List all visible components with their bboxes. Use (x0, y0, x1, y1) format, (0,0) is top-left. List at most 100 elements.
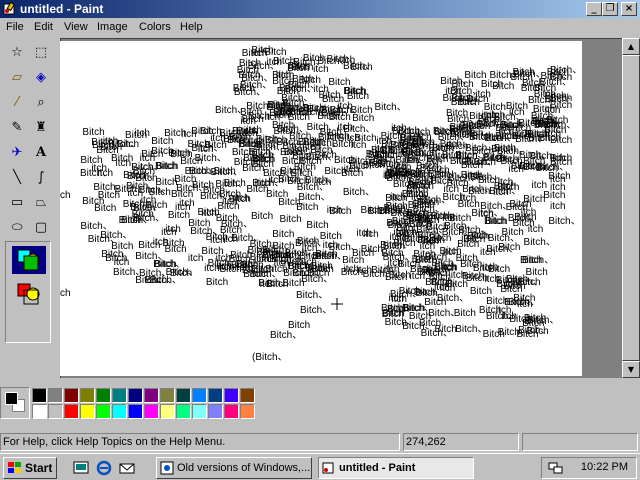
clock[interactable]: 10:22 PM (581, 461, 628, 473)
drawing-canvas[interactable]: Bitch Bitch、 Bitch Bitch Bitch、 Bitch、 Bitch、 B… (60, 41, 582, 376)
canvas-word: Bitch、 (252, 177, 285, 189)
color-swatch[interactable] (208, 388, 223, 403)
curve-tool[interactable]: ∫ (29, 165, 53, 189)
canvas-word: Bitch (298, 74, 321, 86)
close-icon: × (624, 3, 634, 14)
menu-view[interactable]: View (64, 21, 88, 33)
color-swatch[interactable] (32, 388, 47, 403)
task-label: Old versions of Windows,... (177, 462, 311, 474)
color-swatch[interactable] (208, 404, 223, 419)
scroll-thumb[interactable] (622, 55, 640, 361)
color-swatch[interactable] (192, 388, 207, 403)
canvas-word: Bitch (328, 76, 351, 88)
menu-image[interactable]: Image (97, 21, 128, 33)
color-swatch[interactable] (96, 388, 111, 403)
outlook-express-icon[interactable] (119, 460, 135, 476)
brush-tool[interactable]: ♜ (29, 115, 53, 139)
airbrush-tool[interactable]: ✈ (5, 140, 29, 164)
color-swatch[interactable] (176, 388, 191, 403)
color-swatch[interactable] (144, 404, 159, 419)
color-swatch[interactable] (224, 388, 239, 403)
rectangle-tool[interactable]: ▭ (5, 190, 29, 214)
canvas-word: ch (60, 288, 71, 299)
task-paint[interactable]: untitled - Paint (318, 457, 474, 479)
canvas-word: Bitch (282, 277, 305, 289)
ellipse-tool[interactable]: ⬭ (5, 215, 29, 239)
vertical-scrollbar[interactable]: ▲ ▼ (622, 38, 640, 378)
transparent-off-option[interactable] (12, 246, 46, 274)
color-swatch[interactable] (32, 404, 47, 419)
canvas-word: itch (419, 240, 436, 252)
color-picker-tool[interactable]: ⁄ (5, 90, 29, 114)
color-swatch[interactable] (160, 404, 175, 419)
task-label: untitled - Paint (339, 462, 416, 474)
canvas-word: Bitch (205, 276, 229, 288)
scroll-down-button[interactable]: ▼ (622, 361, 640, 378)
menu-help[interactable]: Help (180, 21, 203, 33)
color-swatch[interactable] (96, 404, 111, 419)
color-swatch[interactable] (176, 404, 191, 419)
color-swatch[interactable] (224, 404, 239, 419)
color-swatch[interactable] (80, 404, 95, 419)
color-swatch[interactable] (240, 404, 255, 419)
color-swatch[interactable] (80, 388, 95, 403)
menu-file[interactable]: File (6, 21, 24, 33)
canvas-word: Bitch、 (309, 138, 342, 150)
menu-edit[interactable]: Edit (34, 21, 53, 33)
restore-button[interactable]: ❐ (602, 2, 618, 16)
color-swatch[interactable] (128, 404, 143, 419)
canvas-word: Bitch (501, 226, 524, 238)
canvas-word: itch (356, 264, 373, 276)
color-swatch[interactable] (112, 388, 127, 403)
canvas-word: Bitch (279, 213, 302, 225)
magnifier-tool[interactable]: ⌕ (29, 90, 53, 114)
eraser-tool[interactable]: ▱ (5, 65, 29, 89)
transparent-on-option[interactable] (12, 280, 46, 308)
title-bar[interactable]: untitled - Paint _ ❐ × (0, 0, 640, 18)
task-old-windows[interactable]: Old versions of Windows,... (156, 457, 312, 479)
minimize-button[interactable]: _ (586, 2, 602, 16)
polygon-tool[interactable]: ⏢ (29, 190, 53, 214)
network-icon[interactable] (548, 461, 564, 475)
canvas-word: Bitch (207, 257, 230, 269)
color-swatch[interactable] (240, 388, 255, 403)
canvas-word: Bitch、 (130, 201, 163, 213)
color-swatch[interactable] (128, 388, 143, 403)
color-swatch[interactable] (192, 404, 207, 419)
color-swatch[interactable] (160, 388, 175, 403)
canvas-word: itch (520, 207, 537, 219)
color-swatch[interactable] (112, 404, 127, 419)
canvas-word: Bitch (293, 161, 316, 173)
scroll-up-button[interactable]: ▲ (622, 38, 640, 55)
show-desktop-icon[interactable] (73, 460, 89, 476)
canvas-word: Bitch (231, 146, 255, 158)
fill-tool[interactable]: ◈ (29, 65, 53, 89)
color-swatch[interactable] (64, 404, 79, 419)
text-tool[interactable]: A (29, 140, 53, 164)
menu-colors[interactable]: Colors (139, 21, 171, 33)
internet-explorer-icon[interactable] (96, 460, 112, 476)
canvas-word: Bitch (478, 305, 502, 317)
rounded-rect-tool[interactable]: ▢ (29, 215, 53, 239)
canvas-word: Bitch、 (464, 143, 498, 155)
canvas-word: itch (210, 235, 226, 247)
arrow-down-icon: ▼ (627, 365, 635, 374)
close-button[interactable]: × (621, 2, 637, 16)
color-swatch[interactable] (64, 388, 79, 403)
color-swatch[interactable] (144, 388, 159, 403)
pencil-tool[interactable]: ✎ (5, 115, 29, 139)
start-button[interactable]: Start (3, 457, 57, 479)
color-swatch[interactable] (48, 404, 63, 419)
canvas-word: Bitch、 (199, 126, 232, 138)
canvas-word: Bitch (453, 308, 476, 320)
canvas-word: Bitch (468, 186, 491, 198)
line-tool[interactable]: ╲ (5, 165, 29, 189)
color-swatch[interactable] (48, 388, 63, 403)
free-select-tool[interactable]: ☆ (5, 40, 29, 64)
select-tool[interactable]: ⬚ (29, 40, 53, 64)
canvas-word: itch (383, 264, 400, 276)
start-label: Start (25, 461, 53, 475)
canvas-word: Bitch (350, 105, 373, 117)
current-colors[interactable] (0, 387, 30, 419)
canvas-word: Bitch、 (380, 240, 413, 252)
